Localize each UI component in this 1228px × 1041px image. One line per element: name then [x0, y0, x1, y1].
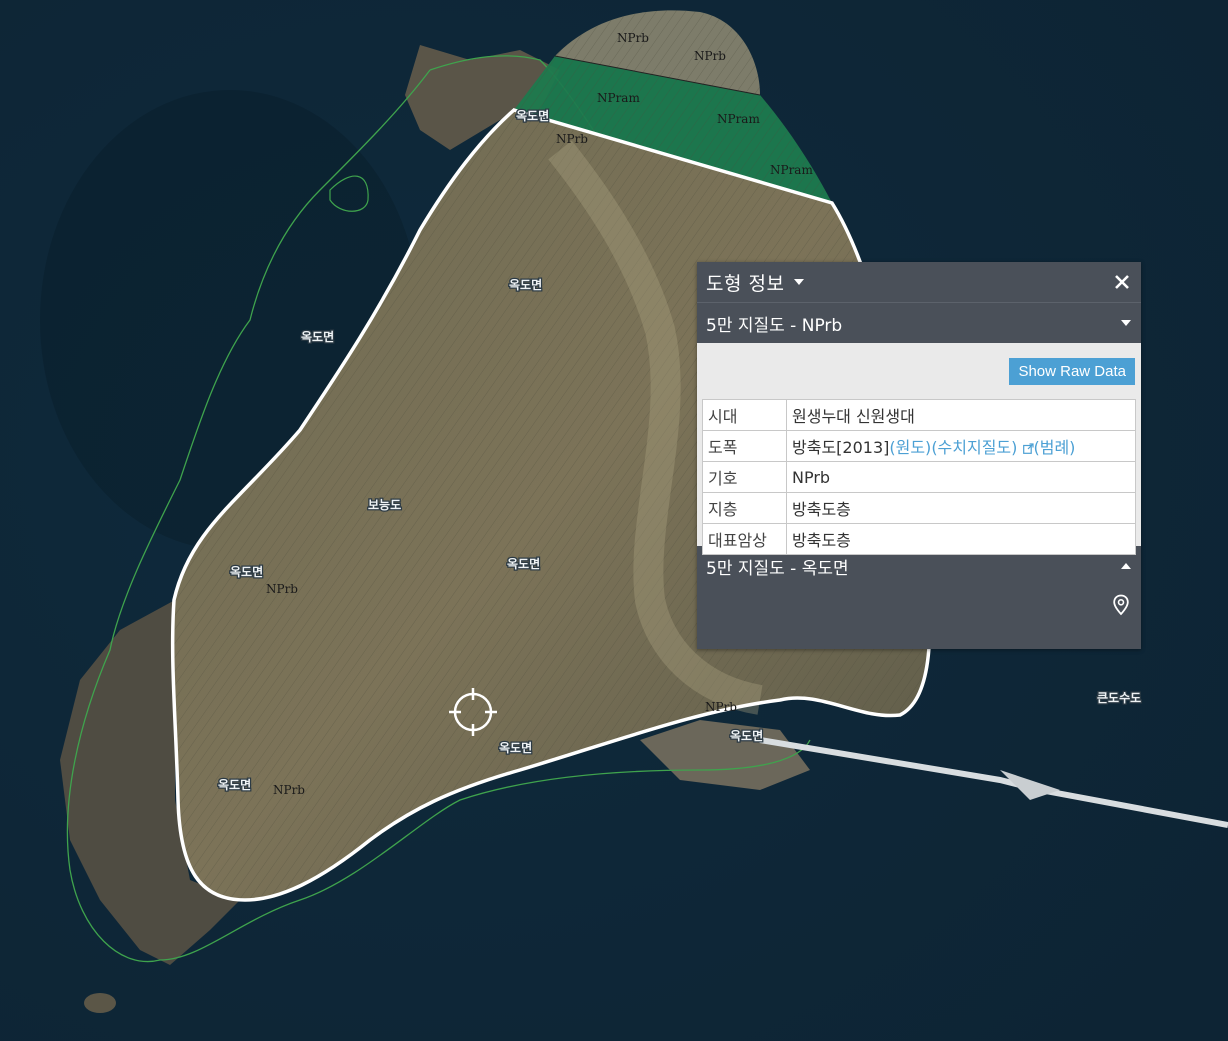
- attr-value-sheet: 방축도[2013](원도)(수치지질도) (범례): [786, 430, 1136, 462]
- section-footer: [697, 586, 1141, 630]
- section-body-nprb: Show Raw Data 시대 원생누대 신원생대 도폭 방축도[2013](…: [697, 343, 1141, 555]
- geo-code-label: NPrb: [705, 700, 737, 714]
- place-label: 옥도면: [516, 108, 549, 123]
- geo-code-label: NPrb: [617, 31, 649, 45]
- islet: [84, 993, 116, 1013]
- attr-value: 방축도층: [786, 523, 1136, 555]
- table-row: 도폭 방축도[2013](원도)(수치지질도) (범례): [702, 430, 1136, 462]
- table-row: 시대 원생누대 신원생대: [702, 399, 1136, 431]
- original-map-link[interactable]: (원도): [889, 438, 931, 457]
- digital-map-link[interactable]: (수치지질도): [931, 438, 1017, 457]
- panel-title[interactable]: 도형 정보: [706, 269, 784, 296]
- feature-info-panel: 도형 정보 5만 지질도 - NPrb Show Raw Data 시대 원생누…: [697, 262, 1141, 649]
- table-row: 지층 방축도층: [702, 492, 1136, 524]
- attr-value: NPrb: [786, 461, 1136, 493]
- island-name-label: 큰도수도: [1097, 691, 1141, 705]
- sheet-name: 방축도[2013]: [792, 438, 890, 457]
- geo-code-label: NPrb: [266, 582, 298, 596]
- place-label: 옥도면: [509, 277, 542, 292]
- panel-header: 도형 정보: [697, 262, 1141, 303]
- attr-key: 기호: [702, 461, 787, 493]
- external-link-icon[interactable]: [1022, 443, 1034, 454]
- attr-value: 원생누대 신원생대: [786, 399, 1136, 431]
- close-icon[interactable]: [1113, 273, 1131, 291]
- table-row: 대표암상 방축도층: [702, 523, 1136, 555]
- section-header-nprb[interactable]: 5만 지질도 - NPrb: [697, 303, 1141, 343]
- show-raw-data-button[interactable]: Show Raw Data: [1009, 358, 1135, 385]
- geo-code-label: NPram: [717, 112, 760, 126]
- place-label: 옥도면: [218, 777, 251, 792]
- place-label: 옥도면: [507, 556, 540, 571]
- geo-code-label: NPram: [770, 163, 813, 177]
- geo-code-label: NPram: [597, 91, 640, 105]
- attr-key: 대표암상: [702, 523, 787, 555]
- geo-code-label: NPrb: [273, 783, 305, 797]
- place-label: 옥도면: [730, 728, 763, 743]
- chevron-up-icon: [1121, 563, 1131, 569]
- attr-key: 시대: [702, 399, 787, 431]
- place-label: 옥도면: [301, 329, 334, 344]
- place-label: 옥도면: [230, 564, 263, 579]
- attr-key: 지층: [702, 492, 787, 524]
- attr-value: 방축도층: [786, 492, 1136, 524]
- attr-key: 도폭: [702, 430, 787, 462]
- section-title: 5만 지질도 - 옥도면: [706, 558, 849, 579]
- table-row: 기호 NPrb: [702, 461, 1136, 493]
- geo-code-label: NPrb: [556, 132, 588, 146]
- map-pin-icon[interactable]: [1112, 594, 1130, 616]
- caret-down-icon[interactable]: [794, 279, 805, 285]
- legend-link[interactable]: (범례): [1034, 438, 1076, 457]
- attribute-table: 시대 원생누대 신원생대 도폭 방축도[2013](원도)(수치지질도) (범례…: [702, 399, 1136, 555]
- island-name-label: 보능도: [368, 498, 401, 512]
- chevron-down-icon: [1121, 320, 1131, 326]
- section-title: 5만 지질도 - NPrb: [706, 315, 843, 336]
- place-label: 옥도면: [499, 740, 532, 755]
- geo-code-label: NPrb: [694, 49, 726, 63]
